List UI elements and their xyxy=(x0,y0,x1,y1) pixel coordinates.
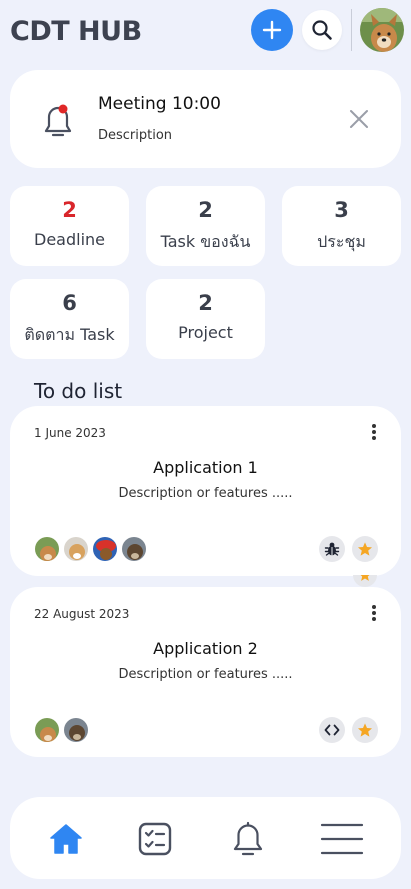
stat-project[interactable]: 2 Project xyxy=(146,279,265,359)
dog-avatar-icon xyxy=(360,8,404,52)
todo-title: Application 2 xyxy=(153,639,258,658)
stat-my-task[interactable]: 2 Task ของฉัน xyxy=(146,186,265,266)
more-options-icon[interactable] xyxy=(370,605,378,623)
member-avatar xyxy=(92,536,118,562)
stat-label: Deadline xyxy=(34,230,105,249)
menu-icon xyxy=(320,823,364,855)
member-avatar xyxy=(121,536,147,562)
code-icon xyxy=(319,717,345,743)
stat-count: 2 xyxy=(198,198,213,222)
bug-icon xyxy=(319,536,345,562)
stat-label: Task ของฉัน xyxy=(160,232,251,251)
nav-tasks[interactable] xyxy=(133,817,177,861)
more-options-icon[interactable] xyxy=(370,424,378,442)
notification-title: Meeting 10:00 xyxy=(98,94,221,114)
user-avatar[interactable] xyxy=(360,8,404,52)
search-icon xyxy=(312,20,332,40)
stat-label: Project xyxy=(178,323,233,342)
home-icon xyxy=(50,824,82,854)
member-avatar xyxy=(63,717,89,743)
section-title: To do list xyxy=(34,379,123,403)
notification-description: Description xyxy=(98,128,173,143)
stat-label: ติดตาม Task xyxy=(24,325,115,344)
header-divider xyxy=(351,9,352,51)
bottom-navigation xyxy=(10,797,401,879)
todo-date: 22 August 2023 xyxy=(34,607,130,621)
star-icon xyxy=(352,536,378,562)
nav-notifications[interactable] xyxy=(226,817,270,861)
app-title: CDT HUB xyxy=(10,16,142,47)
todo-card[interactable]: 22 August 2023 Application 2 Description… xyxy=(10,587,401,757)
todo-date: 1 June 2023 xyxy=(34,426,106,440)
notification-card[interactable]: Meeting 10:00 Description xyxy=(10,70,401,168)
member-avatar xyxy=(34,717,60,743)
bell-icon xyxy=(233,821,263,856)
plus-icon xyxy=(262,20,282,40)
star-icon xyxy=(353,575,377,587)
nav-menu[interactable] xyxy=(320,817,364,861)
todo-description: Description or features ..... xyxy=(118,667,293,682)
member-avatar xyxy=(63,536,89,562)
search-button[interactable] xyxy=(302,10,342,50)
nav-home[interactable] xyxy=(44,817,88,861)
todo-title: Application 1 xyxy=(153,458,258,477)
stat-count: 6 xyxy=(62,291,77,315)
add-button[interactable] xyxy=(251,9,293,51)
stat-meeting[interactable]: 3 ประชุม xyxy=(282,186,401,266)
stat-deadline[interactable]: 2 Deadline xyxy=(10,186,129,266)
stat-count: 2 xyxy=(198,291,213,315)
stat-label: ประชุม xyxy=(317,232,366,251)
bell-icon xyxy=(38,98,78,142)
stat-count: 3 xyxy=(334,198,349,222)
star-icon xyxy=(352,717,378,743)
stat-count: 2 xyxy=(62,198,77,222)
checklist-icon xyxy=(138,822,172,856)
close-icon[interactable] xyxy=(348,108,370,130)
stat-follow-task[interactable]: 6 ติดตาม Task xyxy=(10,279,129,359)
member-avatar xyxy=(34,536,60,562)
todo-description: Description or features ..... xyxy=(118,486,293,501)
app-header: CDT HUB xyxy=(0,0,411,64)
todo-card[interactable]: 1 June 2023 Application 1 Description or… xyxy=(10,406,401,576)
